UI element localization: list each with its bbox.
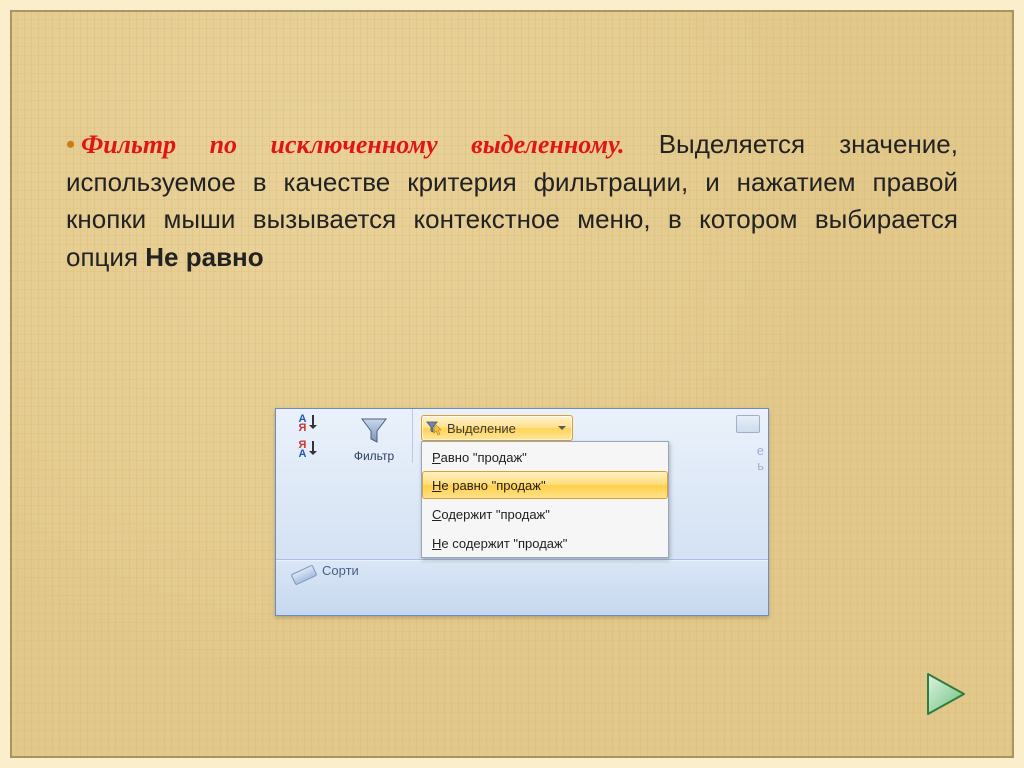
funnel-icon[interactable] [359, 415, 389, 445]
body-text: •Фильтр по исключенному выделенному. Выд… [66, 126, 958, 277]
menu-item-equals[interactable]: Равно "продаж" [422, 442, 668, 471]
play-icon [918, 668, 970, 720]
bold-option: Не равно [145, 242, 263, 272]
arrow-down-icon [310, 415, 317, 433]
selection-icon [426, 420, 442, 436]
filter-group: Фильтр [336, 409, 413, 463]
sort-asc-button[interactable]: АЯ [299, 415, 318, 433]
next-slide-button[interactable] [918, 668, 970, 720]
section-label: Сорти [322, 561, 359, 578]
slide: •Фильтр по исключенному выделенному. Выд… [0, 0, 1024, 768]
cropped-edge: е ь [718, 415, 768, 475]
sort-desc-button[interactable]: ЯА [299, 441, 318, 459]
menu-item-not-contains[interactable]: Не содержит "продаж" [422, 528, 668, 557]
selection-button-label: Выделение [447, 421, 516, 436]
chevron-down-icon [558, 426, 566, 434]
selection-dropdown: Равно "продаж" Не равно "продаж" Содержи… [421, 441, 669, 558]
title-run: •Фильтр по исключенному выделенному. [66, 130, 625, 159]
arrow-down-icon [310, 441, 317, 459]
ribbon-top: АЯ ЯА [276, 409, 768, 560]
avatar-icon [736, 415, 760, 433]
menu-item-not-equals[interactable]: Не равно "продаж" [422, 471, 668, 499]
filter-label: Фильтр [336, 449, 412, 463]
selection-button[interactable]: Выделение [421, 415, 573, 441]
sort-group: АЯ ЯА [276, 409, 336, 459]
menu-item-contains[interactable]: Содержит "продаж" [422, 499, 668, 528]
ribbon-screenshot: АЯ ЯА [275, 408, 769, 616]
ribbon-bottom: Сорти [276, 560, 768, 615]
